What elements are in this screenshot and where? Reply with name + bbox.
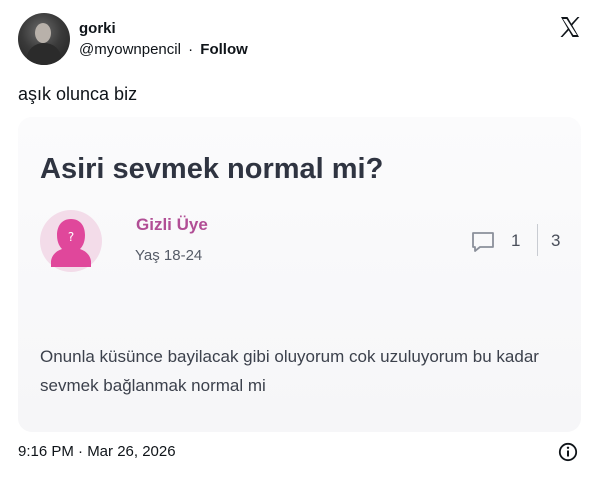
display-name[interactable]: gorki [79,20,116,37]
info-icon[interactable] [558,442,578,462]
handle-row: @myownpencil · Follow [79,41,248,58]
tweet-text: aşık olunca biz [18,84,138,104]
author-age: Yaş 18-24 [135,247,203,264]
x-logo-icon[interactable] [558,15,582,39]
separator: · [188,41,194,58]
question-body: Onunla küsünce bayilacak gibi oluyorum c… [40,347,539,395]
question-title: Asiri sevmek normal mi? [40,153,384,185]
author-name: Gizli Üye [136,215,208,234]
comment-count: 1 [511,231,521,250]
timestamp[interactable]: 9:16 PM · Mar 26, 2026 [18,443,176,460]
stats-divider [537,224,538,256]
svg-text:?: ? [68,230,74,244]
avatar[interactable] [18,13,70,65]
avatar-body [27,43,61,65]
comment-bubble-icon [472,232,494,252]
embedded-screenshot[interactable]: Asiri sevmek normal mi? ? Gizli Üye Yaş … [18,117,581,432]
anonymous-user-icon: ? [40,210,102,272]
like-count: 3 [551,231,561,250]
handle[interactable]: @myownpencil [79,41,181,58]
follow-button[interactable]: Follow [200,41,248,58]
avatar-face [35,23,51,43]
tweet-header: gorki @myownpencil · Follow [18,13,582,67]
